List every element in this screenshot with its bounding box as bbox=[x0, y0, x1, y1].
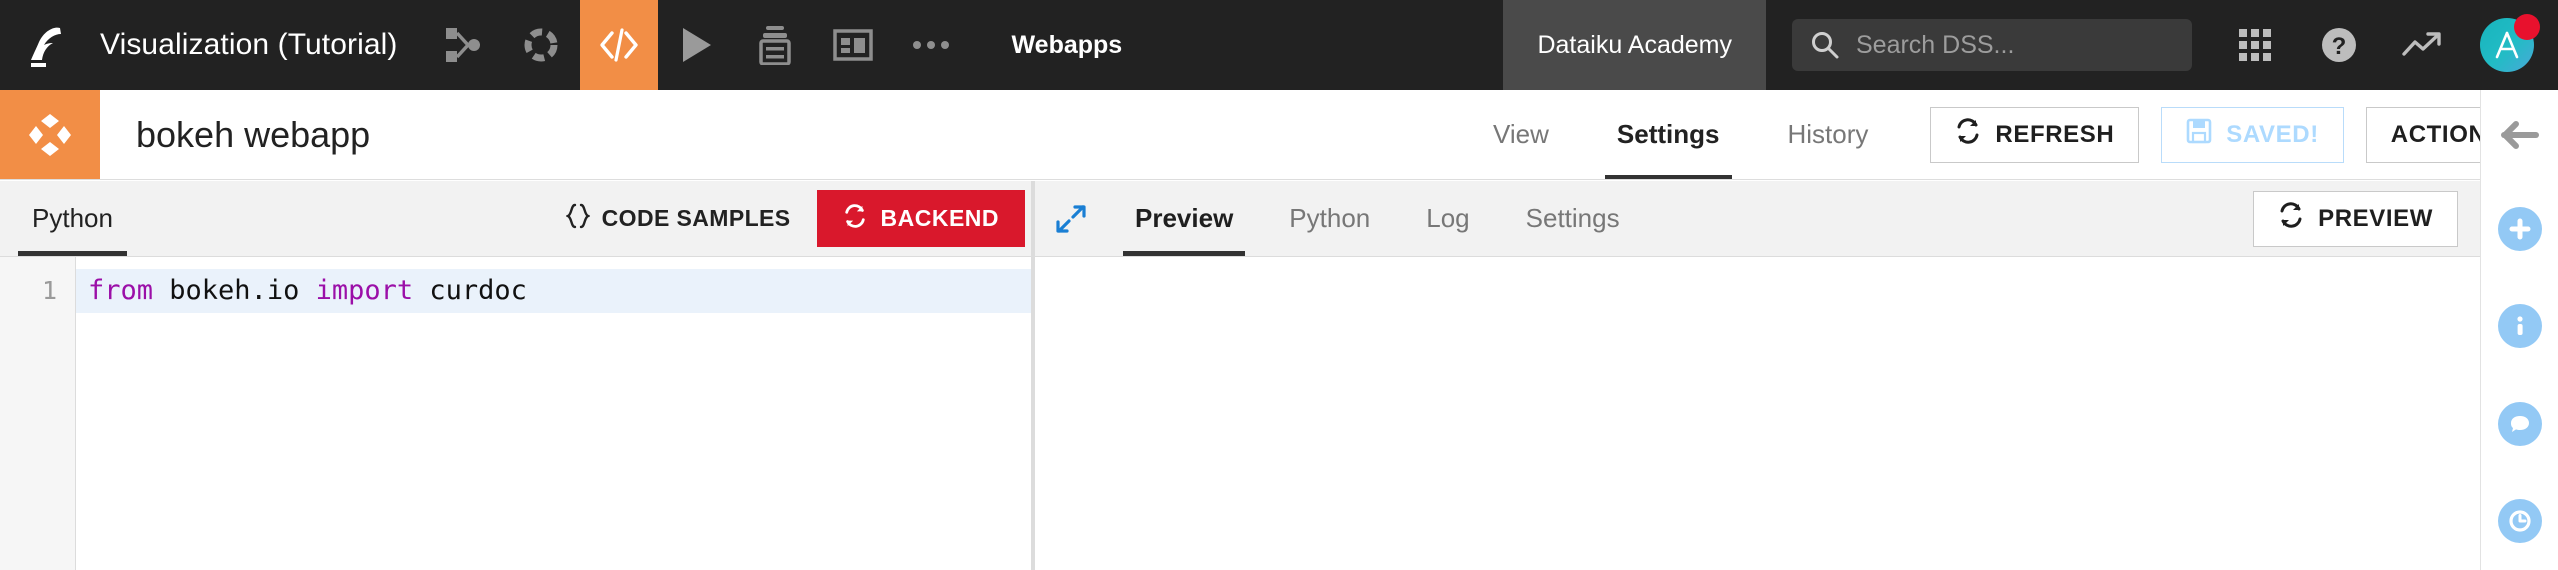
refresh-icon bbox=[2278, 202, 2304, 235]
flow-glyph-icon bbox=[444, 26, 482, 64]
jobs-stack-icon bbox=[757, 25, 793, 65]
trending-arrow-icon bbox=[2402, 30, 2444, 60]
page-action-buttons: REFRESH SAVED! ACTIONS bbox=[1902, 90, 2558, 179]
preview-toolbar: Preview Python Log Settings PREVIEW bbox=[1035, 181, 2480, 257]
line-number: 1 bbox=[0, 269, 75, 313]
dashboard-icon[interactable] bbox=[814, 0, 892, 90]
info-icon bbox=[2498, 304, 2542, 348]
search-input[interactable] bbox=[1856, 31, 2174, 60]
code-token-keyword: import bbox=[316, 275, 414, 306]
preview-action-wrap: PREVIEW bbox=[2253, 181, 2480, 256]
help-icon[interactable]: ? bbox=[2300, 0, 2378, 90]
sidebar-item-comment[interactable] bbox=[2498, 375, 2542, 473]
play-triangle-icon bbox=[683, 28, 711, 62]
project-nav-icons bbox=[424, 0, 970, 90]
code-area[interactable]: 1 from bokeh.io import curdoc bbox=[0, 257, 1031, 570]
preview-tab-preview[interactable]: Preview bbox=[1107, 181, 1261, 256]
project-name[interactable]: Visualization (Tutorial) bbox=[100, 0, 424, 90]
preview-pane: Preview Python Log Settings PREVIEW bbox=[1035, 181, 2480, 570]
search-icon bbox=[1810, 30, 1840, 60]
preview-tab-log[interactable]: Log bbox=[1398, 181, 1497, 256]
backend-label: BACKEND bbox=[881, 205, 1000, 232]
preview-content bbox=[1035, 257, 2480, 570]
saved-button-label: SAVED! bbox=[2226, 121, 2319, 149]
preview-toolbar-spacer bbox=[1648, 181, 2254, 256]
refresh-button-label: REFRESH bbox=[1995, 121, 2114, 149]
preview-button-label: PREVIEW bbox=[2318, 205, 2433, 233]
restart-icon bbox=[843, 204, 867, 234]
expand-glyph-icon bbox=[1056, 204, 1086, 234]
expand-arrows-icon[interactable] bbox=[1035, 181, 1107, 256]
apps-grid-glyph-icon bbox=[2238, 28, 2272, 62]
add-icon bbox=[2498, 207, 2542, 251]
trending-up-icon[interactable] bbox=[2384, 0, 2462, 90]
avatar[interactable] bbox=[2468, 0, 2546, 90]
page-title: bokeh webapp bbox=[100, 90, 370, 179]
code-line[interactable]: from bokeh.io import curdoc bbox=[76, 269, 1031, 313]
dataiku-bird-logo-icon bbox=[30, 22, 70, 68]
tab-settings[interactable]: Settings bbox=[1583, 90, 1754, 179]
sidebar-item-add[interactable] bbox=[2498, 180, 2542, 278]
arrow-left-icon bbox=[2500, 120, 2540, 150]
refresh-icon bbox=[1955, 118, 1981, 151]
code-icon[interactable] bbox=[580, 0, 658, 90]
editor-toolbar-spacer bbox=[145, 181, 540, 256]
search-box[interactable] bbox=[1792, 19, 2192, 71]
comment-icon bbox=[2498, 402, 2542, 446]
dataiku-logo[interactable] bbox=[0, 0, 100, 90]
sidebar-item-info[interactable] bbox=[2498, 277, 2542, 375]
save-icon bbox=[2186, 118, 2212, 151]
topbar-spacer bbox=[1150, 0, 1503, 90]
help-circle-icon: ? bbox=[2319, 25, 2359, 65]
dataiku-academy-button[interactable]: Dataiku Academy bbox=[1503, 0, 1766, 90]
history-icon bbox=[2498, 499, 2542, 543]
code-token-keyword: from bbox=[88, 275, 153, 306]
play-icon[interactable] bbox=[658, 0, 736, 90]
code-samples-button[interactable]: CODE SAMPLES bbox=[540, 181, 817, 256]
editor-toolbar: Python CODE SAMPLES bbox=[0, 181, 1031, 257]
lab-dashed-circle-icon bbox=[522, 26, 560, 64]
lab-icon[interactable] bbox=[502, 0, 580, 90]
collapse-sidebar-button[interactable] bbox=[2500, 90, 2540, 180]
saved-button[interactable]: SAVED! bbox=[2161, 107, 2344, 163]
tab-history[interactable]: History bbox=[1754, 90, 1903, 179]
sidebar-item-history[interactable] bbox=[2498, 472, 2542, 570]
page-tabs: View Settings History bbox=[1459, 90, 1902, 179]
preview-tab-python[interactable]: Python bbox=[1261, 181, 1398, 256]
main-split-view: Python CODE SAMPLES bbox=[0, 181, 2480, 570]
braces-icon bbox=[566, 203, 590, 235]
dashboard-layout-icon bbox=[833, 29, 873, 61]
webapp-icon bbox=[0, 90, 100, 179]
ellipsis-icon bbox=[911, 39, 951, 51]
page-header-spacer bbox=[370, 90, 1459, 179]
page-header: bokeh webapp View Settings History REFRE… bbox=[0, 90, 2558, 180]
code-token-plain: curdoc bbox=[413, 275, 527, 306]
preview-tab-settings[interactable]: Settings bbox=[1498, 181, 1648, 256]
topbar-right-icons: ? bbox=[2192, 0, 2558, 90]
flow-icon[interactable] bbox=[424, 0, 502, 90]
more-icon[interactable] bbox=[892, 0, 970, 90]
avatar-circle bbox=[2480, 18, 2534, 72]
backend-button[interactable]: BACKEND bbox=[817, 190, 1026, 247]
svg-text:?: ? bbox=[2332, 33, 2347, 60]
refresh-button[interactable]: REFRESH bbox=[1930, 107, 2139, 163]
code-token-plain: bokeh.io bbox=[153, 275, 316, 306]
webapp-pinwheel-icon bbox=[26, 111, 74, 159]
code-editor-pane: Python CODE SAMPLES bbox=[0, 181, 1035, 570]
editor-tab-python[interactable]: Python bbox=[0, 181, 145, 256]
code-brackets-icon bbox=[599, 28, 639, 62]
apps-grid-icon[interactable] bbox=[2216, 0, 2294, 90]
section-label[interactable]: Webapps bbox=[970, 0, 1151, 90]
tab-view[interactable]: View bbox=[1459, 90, 1583, 179]
top-navigation-bar: Visualization (Tutorial) bbox=[0, 0, 2558, 90]
code-samples-label: CODE SAMPLES bbox=[602, 205, 791, 232]
line-number-gutter: 1 bbox=[0, 257, 76, 570]
preview-button[interactable]: PREVIEW bbox=[2253, 191, 2458, 247]
jobs-icon[interactable] bbox=[736, 0, 814, 90]
code-lines[interactable]: from bokeh.io import curdoc bbox=[76, 257, 1031, 570]
notification-badge bbox=[2514, 14, 2540, 40]
right-sidebar bbox=[2480, 90, 2558, 570]
